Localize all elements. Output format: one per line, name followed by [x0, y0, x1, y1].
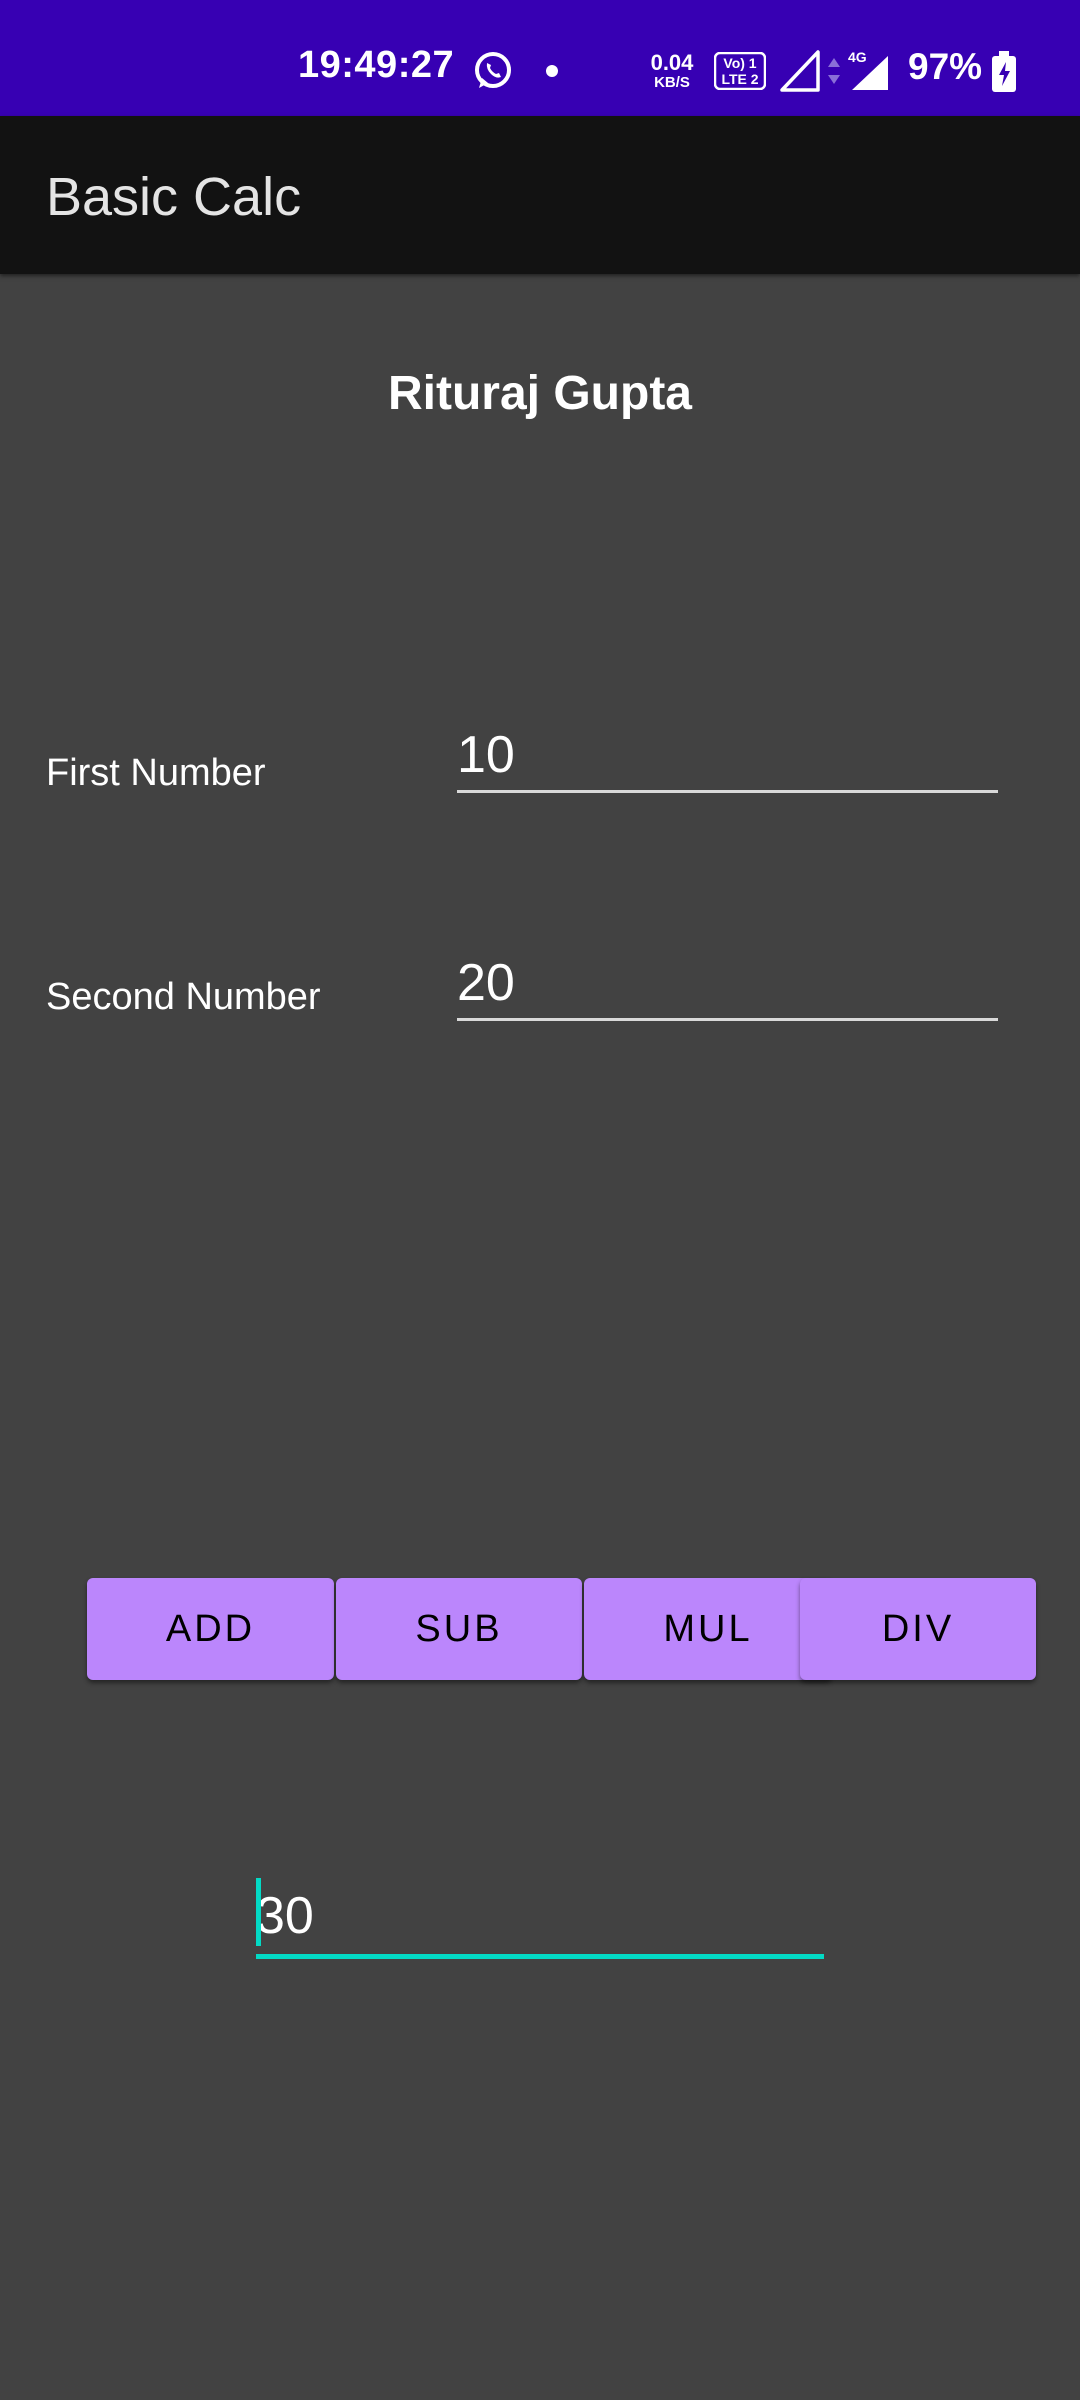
network-type-text: 4G	[848, 49, 867, 65]
volte-icon: Vo) 1 LTE 2	[713, 51, 767, 91]
mul-button[interactable]: MUL	[584, 1578, 832, 1680]
app-screen: 19:49:27 0.04 KB/S Vo) 1 LTE 2 4G 97% Ba…	[0, 0, 1080, 2400]
div-button[interactable]: DIV	[800, 1578, 1036, 1680]
second-number-label: Second Number	[46, 976, 321, 1018]
volte-bottom-text: LTE 2	[721, 71, 758, 87]
first-number-input[interactable]	[457, 720, 998, 793]
second-number-input[interactable]	[457, 948, 998, 1021]
network-speed-indicator: 0.04 KB/S	[646, 52, 698, 92]
battery-charging-icon	[990, 50, 1018, 94]
result-field[interactable]	[256, 1878, 824, 1959]
whatsapp-icon	[472, 50, 514, 92]
text-cursor	[256, 1878, 261, 1946]
notification-dot-icon	[546, 65, 558, 77]
first-number-label: First Number	[46, 752, 266, 794]
network-speed-unit: KB/S	[654, 74, 690, 91]
signal-4g-icon: 4G	[846, 48, 890, 92]
volte-top-text: Vo) 1	[723, 55, 756, 71]
status-time: 19:49:27	[298, 44, 455, 86]
data-arrows-icon	[826, 56, 842, 86]
status-bar: 19:49:27 0.04 KB/S Vo) 1 LTE 2 4G 97%	[0, 0, 1080, 116]
app-title: Basic Calc	[46, 167, 302, 227]
add-button[interactable]: ADD	[87, 1578, 334, 1680]
signal-icon	[780, 50, 820, 92]
network-speed-value: 0.04	[650, 50, 694, 75]
app-bar: Basic Calc	[0, 116, 1080, 274]
author-name: Rituraj Gupta	[387, 367, 692, 420]
battery-percent: 97%	[908, 46, 983, 87]
sub-button[interactable]: SUB	[336, 1578, 582, 1680]
